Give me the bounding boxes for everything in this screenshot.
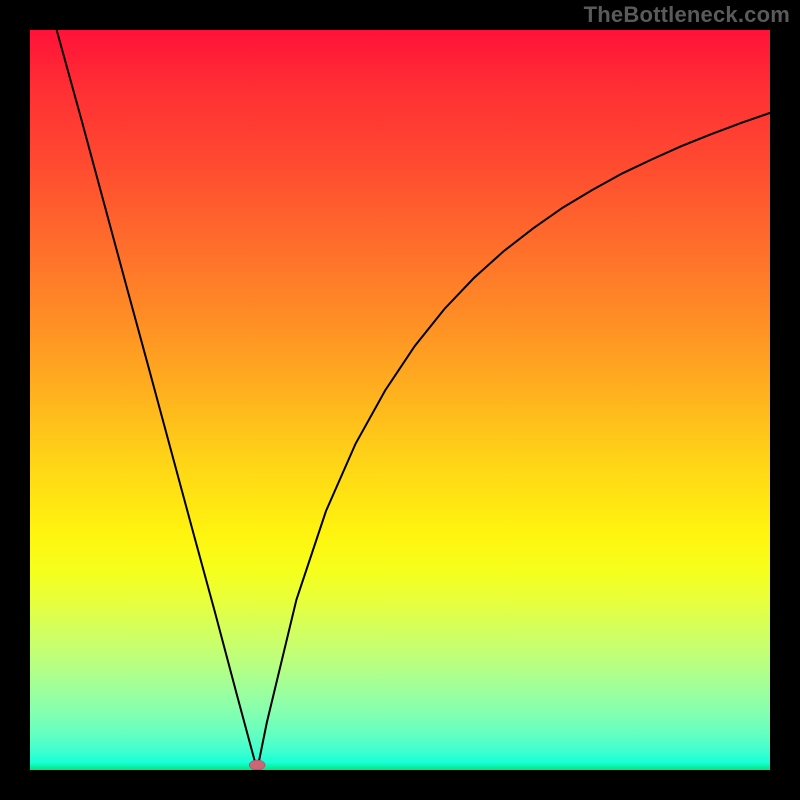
watermark-text: TheBottleneck.com (584, 2, 790, 28)
bottleneck-curve (57, 30, 770, 770)
plot-area (30, 30, 770, 770)
curve-svg (30, 30, 770, 770)
minimum-marker (249, 760, 265, 770)
chart-frame: TheBottleneck.com (0, 0, 800, 800)
